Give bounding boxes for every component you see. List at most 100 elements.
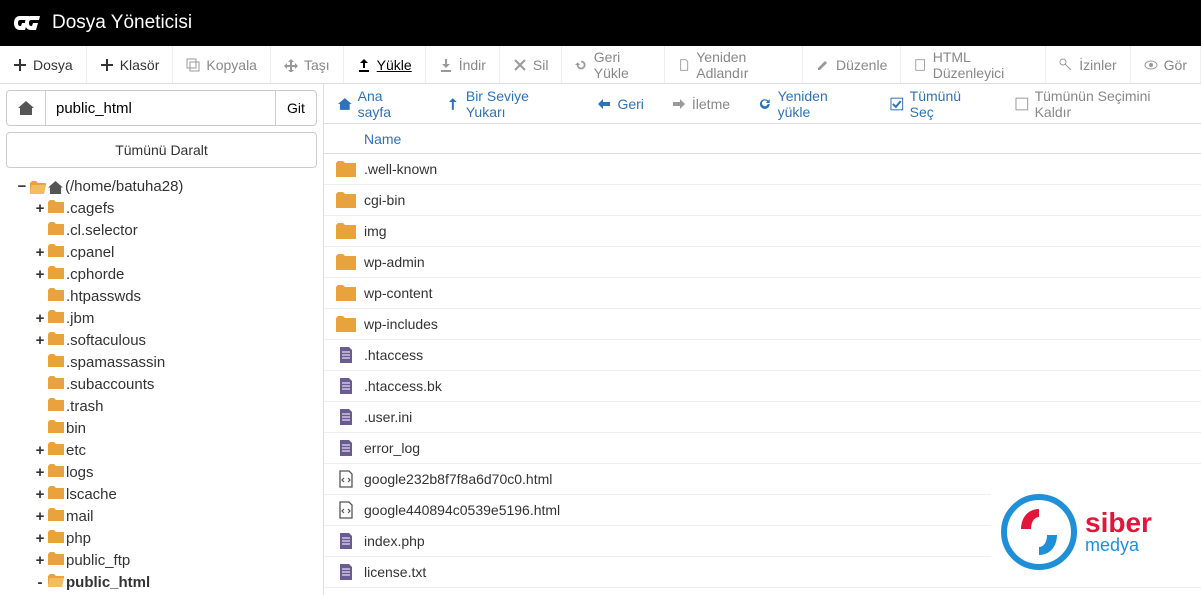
download-icon: [439, 58, 453, 72]
home-action[interactable]: Ana sayfa: [338, 88, 418, 120]
go-button[interactable]: Git: [275, 90, 317, 126]
file-row[interactable]: license.txt: [324, 557, 1201, 588]
tree-node[interactable]: +.softaculous: [34, 330, 317, 352]
file-icon: [338, 439, 354, 457]
tree-node[interactable]: + mail: [34, 506, 317, 528]
file-icon: [338, 377, 354, 395]
arrow-right-icon: [672, 97, 686, 111]
tree-label: logs: [66, 462, 94, 484]
tree-node[interactable]: +.subaccounts: [34, 374, 317, 396]
deselect-all-action[interactable]: Tümünün Seçimini Kaldır: [1015, 88, 1187, 120]
toggle-icon[interactable]: +: [34, 528, 46, 550]
toggle-icon[interactable]: +: [34, 330, 46, 352]
toggle-icon[interactable]: −: [16, 176, 28, 198]
file-row[interactable]: index.php: [324, 526, 1201, 557]
file-row[interactable]: wp-admin: [324, 247, 1201, 278]
tree-node[interactable]: +etc: [34, 440, 317, 462]
tree-node[interactable]: +.trash: [34, 396, 317, 418]
html-editor-button[interactable]: HTML Düzenleyici: [901, 46, 1046, 83]
level-up-action[interactable]: Bir Seviye Yukarı: [446, 88, 569, 120]
toggle-icon[interactable]: -: [34, 572, 46, 594]
select-all-action[interactable]: Tümünü Seç: [890, 88, 987, 120]
toggle-icon[interactable]: +: [34, 440, 46, 462]
tree-node[interactable]: +lscache: [34, 484, 317, 506]
tree-node[interactable]: + .cagefs: [34, 198, 317, 220]
tree-node[interactable]: +public_ftp: [34, 550, 317, 572]
toggle-icon[interactable]: +: [34, 308, 46, 330]
toggle-icon[interactable]: +: [34, 506, 46, 528]
tree-root[interactable]: − (/home/batuha28): [16, 176, 317, 198]
tree-node[interactable]: +.cpanel: [34, 242, 317, 264]
collapse-all-button[interactable]: Tümünü Daralt: [6, 132, 317, 168]
toggle-icon[interactable]: +: [34, 462, 46, 484]
rename-button[interactable]: Yeniden Adlandır: [665, 46, 803, 83]
upload-button[interactable]: Yükle: [344, 46, 426, 83]
file-name: google232b8f7f8a6d70c0.html: [364, 471, 552, 487]
arrow-left-icon: [597, 97, 611, 111]
file-name: cgi-bin: [364, 192, 405, 208]
tree-node[interactable]: +.cl.selector: [34, 220, 317, 242]
tree-node[interactable]: +.htpasswds: [34, 286, 317, 308]
file-row[interactable]: cgi-bin: [324, 185, 1201, 216]
restore-button[interactable]: Geri Yükle: [562, 46, 664, 83]
action-bar: Ana sayfa Bir Seviye Yukarı Geri İletme …: [324, 84, 1201, 124]
toggle-icon[interactable]: +: [34, 242, 46, 264]
path-input[interactable]: [46, 90, 275, 126]
app-header: Dosya Yöneticisi: [0, 0, 1201, 46]
tree-node[interactable]: +.spamassassin: [34, 352, 317, 374]
file-row[interactable]: google232b8f7f8a6d70c0.html: [324, 464, 1201, 495]
file-row[interactable]: wp-content: [324, 278, 1201, 309]
tree-root-label: (/home/batuha28): [65, 176, 183, 198]
tree-label: .cagefs: [66, 198, 114, 220]
tree-node[interactable]: + logs: [34, 462, 317, 484]
tree-label: .spamassassin: [66, 352, 165, 374]
permissions-button[interactable]: İzinler: [1046, 46, 1130, 83]
download-button[interactable]: İndir: [426, 46, 500, 83]
copy-button[interactable]: Kopyala: [173, 46, 271, 83]
file-row[interactable]: .well-known: [324, 154, 1201, 185]
file-name: index.php: [364, 533, 425, 549]
file-row[interactable]: img: [324, 216, 1201, 247]
toggle-icon[interactable]: +: [34, 264, 46, 286]
tree-label: mail: [66, 506, 94, 528]
edit-button[interactable]: Düzenle: [803, 46, 901, 83]
file-row[interactable]: .htaccess.bk: [324, 371, 1201, 402]
main-toolbar: Dosya Klasör Kopyala Taşı Yükle İndir Si…: [0, 46, 1201, 84]
file-row[interactable]: google440894c0539e5196.html: [324, 495, 1201, 526]
reload-icon: [758, 97, 772, 111]
table-header[interactable]: Name: [324, 124, 1201, 154]
file-name: .htaccess: [364, 347, 423, 363]
folder-icon: [336, 161, 356, 177]
folder-icon: [48, 396, 64, 418]
file-row[interactable]: .htaccess: [324, 340, 1201, 371]
file-row[interactable]: error_log: [324, 433, 1201, 464]
file-row[interactable]: wp-includes: [324, 309, 1201, 340]
tree-node[interactable]: +.cphorde: [34, 264, 317, 286]
folder-icon: [48, 308, 64, 330]
tree-label: php: [66, 528, 91, 550]
file-name: wp-admin: [364, 254, 425, 270]
sidebar: Git Tümünü Daralt − (/home/batuha28) +.c…: [0, 84, 324, 595]
tree-node[interactable]: +bin: [34, 418, 317, 440]
new-folder-button[interactable]: Klasör: [87, 46, 174, 83]
file-row[interactable]: .user.ini: [324, 402, 1201, 433]
file-name: wp-includes: [364, 316, 438, 332]
toggle-icon[interactable]: +: [34, 550, 46, 572]
tree-node[interactable]: -public_html: [34, 572, 317, 594]
toggle-icon[interactable]: +: [34, 198, 46, 220]
view-button[interactable]: Gör: [1131, 46, 1201, 83]
home-button[interactable]: [6, 90, 46, 126]
folder-icon: [48, 242, 64, 264]
tree-node[interactable]: + .jbm: [34, 308, 317, 330]
toggle-icon[interactable]: +: [34, 484, 46, 506]
delete-button[interactable]: Sil: [500, 46, 563, 83]
move-button[interactable]: Taşı: [271, 46, 344, 83]
tree-label: .jbm: [66, 308, 94, 330]
new-file-button[interactable]: Dosya: [0, 46, 87, 83]
tree-node[interactable]: + php: [34, 528, 317, 550]
folder-icon: [48, 572, 64, 594]
forward-action[interactable]: İletme: [672, 96, 730, 112]
reload-action[interactable]: Yeniden yükle: [758, 88, 862, 120]
back-action[interactable]: Geri: [597, 96, 643, 112]
plus-icon: [100, 58, 114, 72]
